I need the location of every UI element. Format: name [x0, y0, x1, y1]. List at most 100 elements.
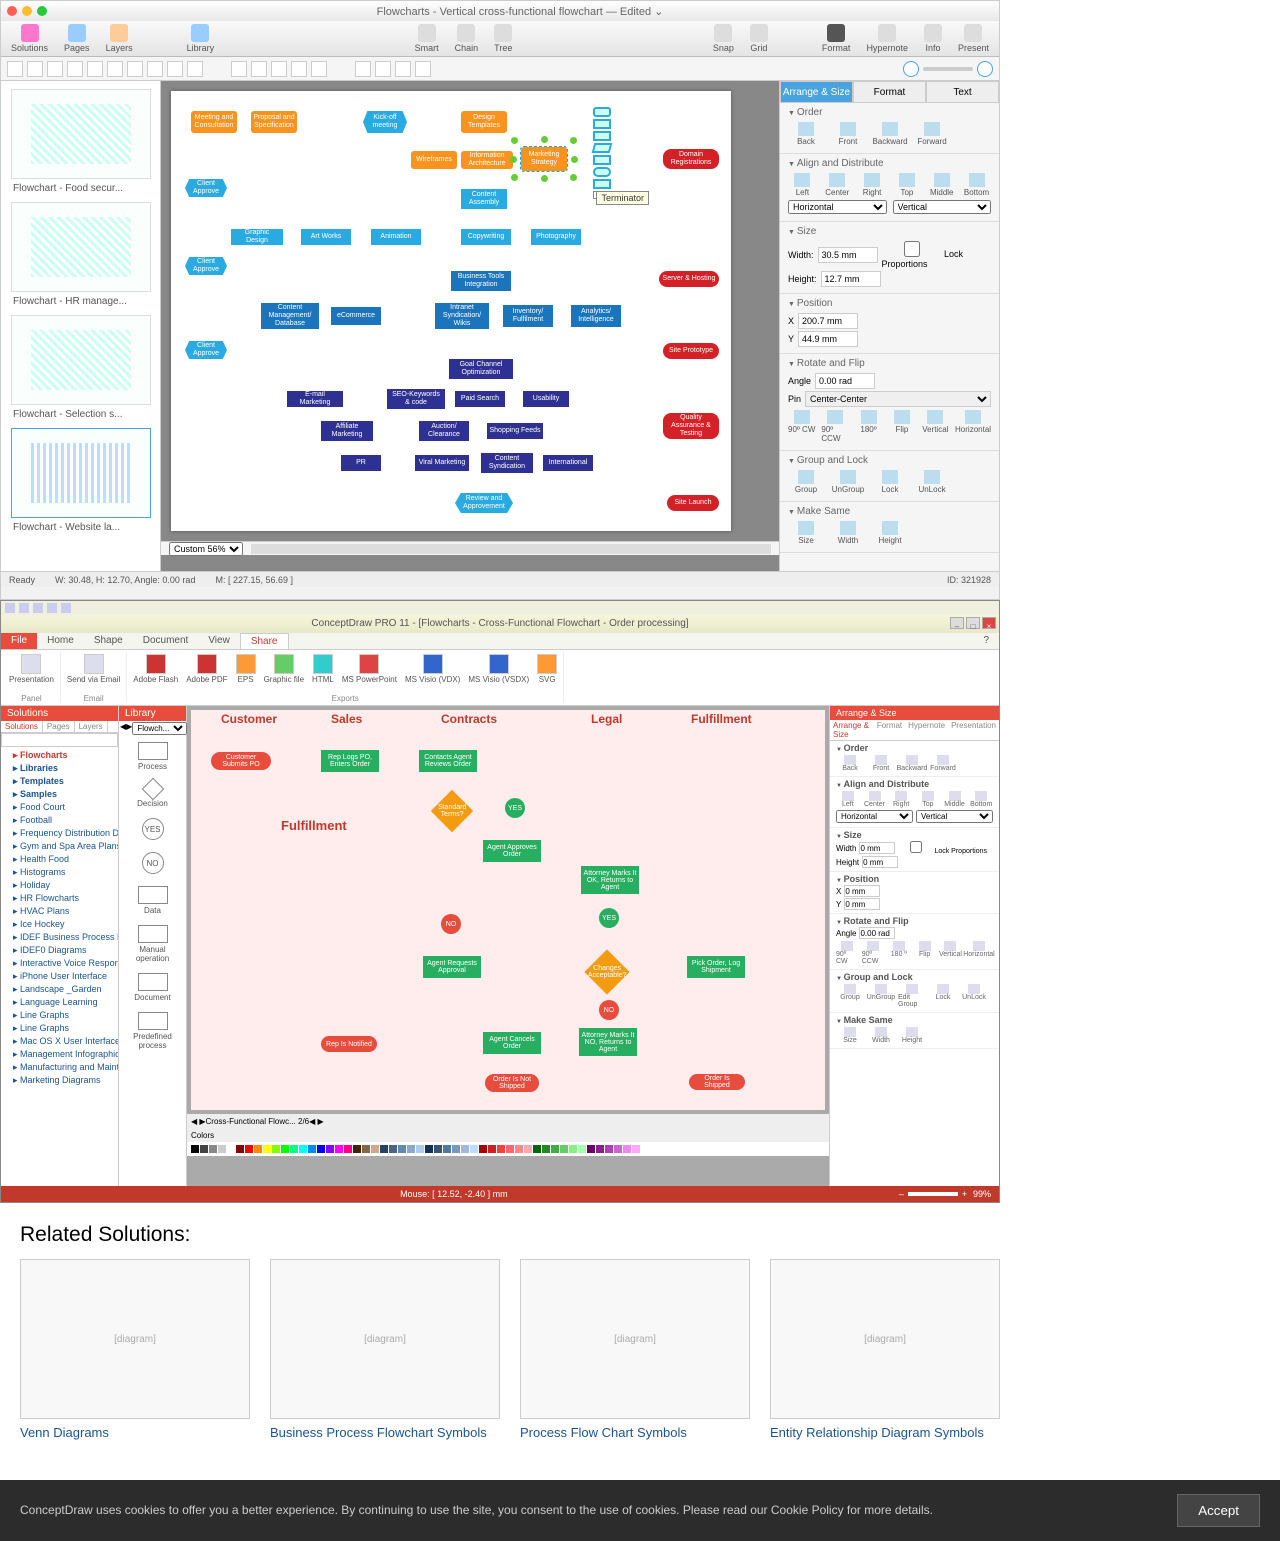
- section-group[interactable]: Group and Lock: [788, 455, 991, 466]
- crop-tool[interactable]: [271, 61, 287, 77]
- tree-item[interactable]: ▸ Health Food: [5, 853, 114, 866]
- lock-button[interactable]: Lock: [872, 470, 908, 494]
- decision-node[interactable]: Changes Acceptable?: [584, 949, 629, 994]
- related-item[interactable]: [diagram]Entity Relationship Diagram Sym…: [770, 1259, 1000, 1440]
- related-item[interactable]: [diagram]Process Flow Chart Symbols: [520, 1259, 750, 1440]
- eyedropper-tool[interactable]: [167, 61, 183, 77]
- send-email-button[interactable]: Send via Email: [65, 652, 122, 694]
- flip-v-button[interactable]: Vertical: [922, 410, 949, 443]
- rot-180[interactable]: 180 º: [888, 941, 911, 965]
- distribute-h-select[interactable]: Horizontal: [788, 200, 887, 214]
- flip[interactable]: Flip: [913, 941, 936, 965]
- color-swatch[interactable]: [317, 1145, 325, 1153]
- x-input[interactable]: [844, 885, 880, 897]
- forward-button[interactable]: Forward: [914, 122, 950, 146]
- palette-shape[interactable]: [593, 131, 611, 141]
- tree-item[interactable]: ▸ Food Court: [5, 801, 114, 814]
- back-button[interactable]: Back: [788, 122, 824, 146]
- process-node[interactable]: Agent Cancels Order: [483, 1032, 541, 1054]
- flowchart-node[interactable]: eCommerce: [331, 307, 381, 325]
- solutions-button[interactable]: Solutions: [7, 24, 52, 53]
- flowchart-node[interactable]: Shopping Feeds: [487, 423, 543, 439]
- flowchart-node[interactable]: Usability: [523, 391, 569, 407]
- flowchart-node[interactable]: Meeting and Consultation: [191, 111, 237, 133]
- flowchart-node[interactable]: Content Assembly: [461, 189, 507, 209]
- rect-tool[interactable]: [47, 61, 63, 77]
- ungroup-button[interactable]: UnGroup: [830, 470, 866, 494]
- color-swatch[interactable]: [425, 1145, 433, 1153]
- palette-shape[interactable]: [593, 179, 611, 189]
- flowchart-node[interactable]: PR: [341, 455, 381, 471]
- process-node[interactable]: Rep Logs PO, Enters Order: [321, 750, 379, 772]
- zoom-combo[interactable]: Custom 56%: [169, 542, 243, 556]
- adobe-flash-button[interactable]: Adobe Flash: [131, 652, 180, 694]
- color-swatch[interactable]: [299, 1145, 307, 1153]
- editgroup-button[interactable]: Edit Group: [898, 984, 926, 1008]
- align-bottom-button[interactable]: Bottom: [962, 173, 991, 197]
- flowchart-node[interactable]: Domain Registrations: [663, 149, 719, 169]
- flowchart-node[interactable]: Quality Assurance & Testing: [663, 413, 719, 439]
- color-swatch[interactable]: [200, 1145, 208, 1153]
- align-middle-button[interactable]: Middle: [927, 173, 956, 197]
- flowchart-node[interactable]: Business Tools Integration: [451, 271, 511, 291]
- color-swatch[interactable]: [569, 1145, 577, 1153]
- ms-visio-vsdx-button[interactable]: MS Visio (VSDX): [466, 652, 531, 694]
- backward-button[interactable]: Backward: [898, 755, 926, 772]
- library-shape[interactable]: Data: [119, 880, 186, 919]
- distribute-v[interactable]: Vertical: [916, 810, 993, 823]
- palette-shape[interactable]: [593, 107, 611, 117]
- flowchart-node[interactable]: E-mail Marketing: [287, 391, 343, 407]
- color-swatch[interactable]: [191, 1145, 199, 1153]
- share-tab[interactable]: Share: [240, 633, 289, 649]
- color-swatch[interactable]: [371, 1145, 379, 1153]
- flowchart-node[interactable]: Server & Hosting: [659, 271, 719, 287]
- tree-item[interactable]: ▸ IDEF Business Process Diagrams: [5, 931, 114, 944]
- rot-90cw[interactable]: 90º CW: [836, 941, 859, 965]
- canvas[interactable]: Customer Sales Contracts Legal Fulfillme…: [187, 706, 829, 1186]
- zoom-in-icon[interactable]: [977, 61, 993, 77]
- width-input[interactable]: [859, 842, 895, 854]
- chain-button[interactable]: Chain: [451, 24, 483, 53]
- flowchart-node[interactable]: Client Approve: [185, 179, 227, 197]
- library-shape[interactable]: Manual operation: [119, 919, 186, 967]
- pages-button[interactable]: Pages: [60, 24, 94, 53]
- rot-90cw-button[interactable]: 90º CW: [788, 410, 815, 443]
- flowchart-node[interactable]: Client Approve: [185, 341, 227, 359]
- color-swatch[interactable]: [488, 1145, 496, 1153]
- lock-button[interactable]: Lock: [929, 984, 957, 1008]
- color-swatch[interactable]: [614, 1145, 622, 1153]
- color-swatch[interactable]: [353, 1145, 361, 1153]
- home-tab[interactable]: Home: [37, 633, 84, 649]
- color-swatch[interactable]: [497, 1145, 505, 1153]
- color-swatch[interactable]: [389, 1145, 397, 1153]
- grid-button[interactable]: Grid: [746, 24, 772, 53]
- flowchart-node[interactable]: Proposal and Specification: [251, 111, 297, 133]
- ungroup-button[interactable]: UnGroup: [867, 984, 895, 1008]
- pointer-tool[interactable]: [7, 61, 23, 77]
- color-swatch[interactable]: [434, 1145, 442, 1153]
- color-swatch[interactable]: [416, 1145, 424, 1153]
- section-position[interactable]: Position: [836, 874, 993, 884]
- color-swatch[interactable]: [335, 1145, 343, 1153]
- tree-item[interactable]: ▸ Samples: [5, 788, 114, 801]
- process-node[interactable]: Pick Order, Log Shipment: [687, 956, 745, 978]
- flowchart-node[interactable]: Design Templates: [461, 111, 507, 133]
- minimize-icon[interactable]: [22, 6, 32, 16]
- process-node[interactable]: Contacts Agent Reviews Order: [419, 750, 477, 772]
- ms-ppt-button[interactable]: MS PowerPoint: [340, 652, 399, 694]
- flowchart-node[interactable]: Photography: [531, 229, 581, 245]
- align-bottom-button[interactable]: Bottom: [969, 791, 993, 808]
- spray-tool[interactable]: [187, 61, 203, 77]
- brush-tool[interactable]: [415, 61, 431, 77]
- unlock-button[interactable]: UnLock: [960, 984, 988, 1008]
- related-item[interactable]: [diagram]Venn Diagrams: [20, 1259, 250, 1440]
- angle-input[interactable]: [815, 373, 875, 389]
- minimize-button[interactable]: –: [950, 617, 964, 629]
- library-combo[interactable]: Flowch...: [132, 722, 187, 735]
- maximize-button[interactable]: □: [966, 617, 980, 629]
- flowchart-node[interactable]: Auction/ Clearance: [419, 421, 469, 441]
- zoom-out-icon[interactable]: [903, 61, 919, 77]
- picker-tool[interactable]: [395, 61, 411, 77]
- file-tab[interactable]: File: [1, 633, 37, 649]
- color-swatch[interactable]: [227, 1145, 235, 1153]
